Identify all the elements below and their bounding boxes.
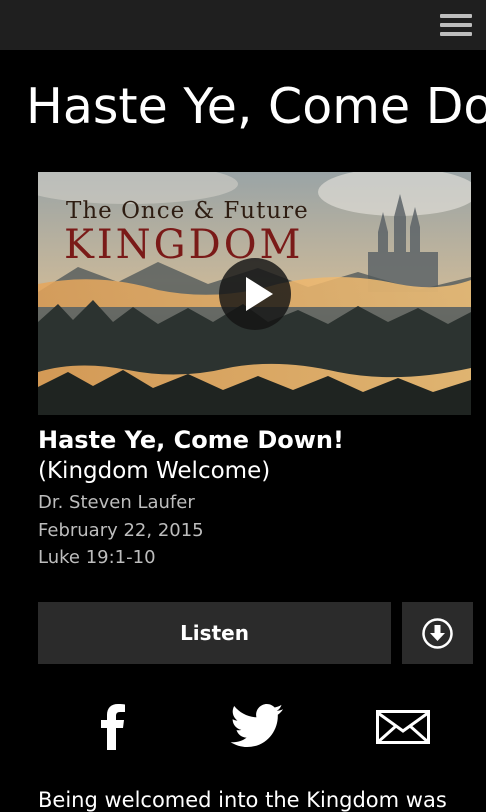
video-art-title-line1: The Once & Future xyxy=(66,198,309,224)
video-player[interactable]: The Once & Future KINGDOM xyxy=(38,172,471,415)
play-icon[interactable] xyxy=(219,258,291,330)
facebook-share-button[interactable] xyxy=(96,700,130,754)
email-icon xyxy=(376,710,430,744)
download-button[interactable] xyxy=(402,602,473,664)
sermon-title: Haste Ye, Come Down! xyxy=(38,426,344,454)
sermon-description: Being welcomed into the Kingdom was xyxy=(38,788,447,812)
hamburger-menu-icon[interactable] xyxy=(440,14,472,36)
twitter-share-button[interactable] xyxy=(230,704,284,752)
page-title: Haste Ye, Come Down! xyxy=(26,78,486,135)
download-circle-icon xyxy=(422,618,453,649)
twitter-icon xyxy=(230,704,283,747)
facebook-icon xyxy=(101,704,125,750)
listen-button[interactable]: Listen xyxy=(38,602,391,664)
sermon-speaker: Dr. Steven Laufer xyxy=(38,492,195,513)
sermon-date: February 22, 2015 xyxy=(38,520,204,541)
sermon-scripture: Luke 19:1-10 xyxy=(38,547,156,568)
email-share-button[interactable] xyxy=(376,710,430,748)
sermon-subtitle: (Kingdom Welcome) xyxy=(38,458,271,484)
top-app-bar xyxy=(0,0,486,50)
